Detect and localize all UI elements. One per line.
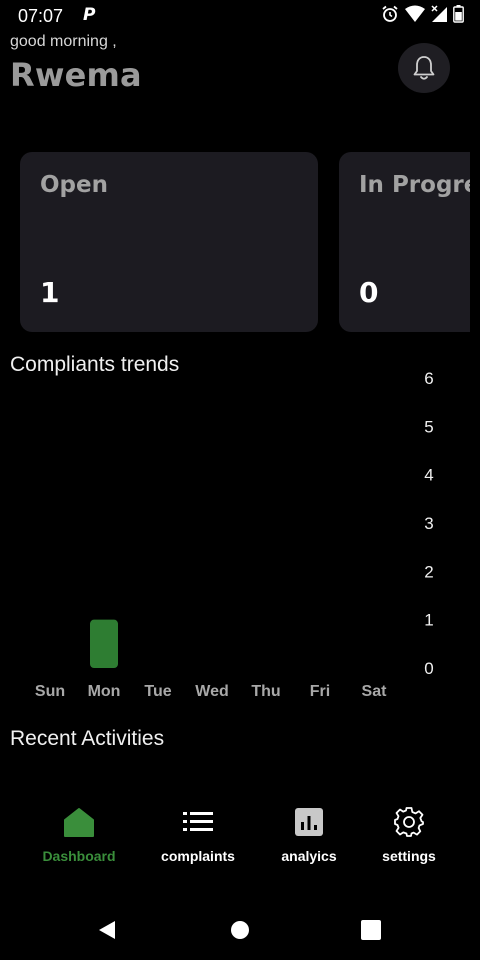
recents-button[interactable]	[358, 917, 384, 943]
y-tick-label: 1	[424, 611, 433, 630]
home-circle-icon	[231, 921, 249, 939]
status-time: 07:07	[18, 6, 64, 26]
x-tick-label: Wed	[195, 683, 228, 700]
card-title: In Progress	[359, 172, 470, 198]
status-cards: Open 1 In Progress 0	[0, 152, 470, 333]
x-tick-label: Fri	[310, 683, 330, 700]
x-tick-label: Sun	[35, 683, 65, 700]
bell-icon	[413, 56, 435, 80]
user-name: Rwema	[10, 56, 142, 94]
x-tick-label: Sat	[362, 683, 388, 700]
y-tick-label: 6	[424, 369, 433, 388]
x-tick-label: Tue	[144, 683, 171, 700]
status-bar: 07:07 P	[0, 0, 480, 32]
app-badge-icon: P	[83, 5, 96, 25]
nav-label: analyics	[281, 848, 337, 864]
list-icon	[183, 812, 213, 831]
y-tick-label: 2	[424, 562, 433, 581]
recents-icon	[361, 920, 381, 940]
signal-icon	[431, 5, 447, 22]
y-tick-label: 4	[424, 466, 433, 485]
nav-item-settings[interactable]: settings	[354, 800, 464, 864]
chart-bar-mon	[90, 619, 118, 668]
back-button[interactable]	[94, 917, 120, 943]
status-icons	[381, 5, 464, 23]
home-button[interactable]	[227, 917, 253, 943]
nav-label: Dashboard	[42, 848, 116, 864]
y-tick-label: 5	[424, 417, 433, 436]
back-icon	[99, 921, 115, 939]
nav-label: complaints	[161, 848, 235, 864]
analytics-icon	[295, 808, 323, 836]
nav-label: settings	[382, 848, 436, 864]
card-title: Open	[40, 172, 108, 198]
card-open[interactable]: Open 1	[20, 152, 318, 332]
trends-chart: 0 1 2 3 4 5 6 Sun Mon Tue Wed Thu Fri Sat	[35, 369, 434, 700]
greeting-text: good morning ,	[10, 33, 117, 50]
alarm-icon	[382, 5, 398, 22]
x-tick-label: Mon	[88, 683, 121, 700]
system-nav-bar	[0, 905, 480, 955]
battery-icon	[453, 5, 464, 23]
y-tick-label: 3	[424, 514, 433, 533]
card-in-progress[interactable]: In Progress 0	[339, 152, 470, 332]
nav-item-complaints[interactable]: complaints	[143, 800, 253, 864]
nav-item-dashboard[interactable]: Dashboard	[24, 800, 134, 864]
card-value: 1	[40, 276, 60, 309]
card-value: 0	[359, 276, 379, 309]
recent-activities-title: Recent Activities	[10, 727, 165, 750]
home-icon	[64, 808, 94, 837]
gear-icon	[394, 807, 424, 837]
y-tick-label: 0	[424, 659, 433, 678]
nav-item-analytics[interactable]: analyics	[254, 800, 364, 864]
notifications-button[interactable]	[398, 43, 450, 93]
wifi-icon	[405, 5, 425, 22]
x-tick-label: Thu	[251, 683, 280, 700]
bottom-nav: Dashboard complaints analyics settings	[0, 800, 480, 880]
